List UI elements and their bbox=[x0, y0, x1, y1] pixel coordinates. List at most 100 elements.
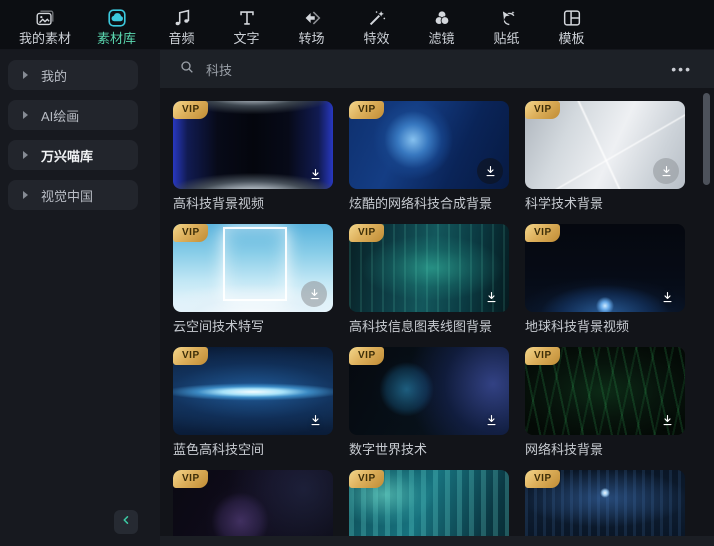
asset-thumbnail[interactable]: VIP bbox=[525, 347, 685, 435]
asset-card[interactable]: VIP 数字世界技术 bbox=[349, 347, 509, 458]
stickers-icon bbox=[496, 6, 518, 30]
asset-card[interactable]: VIP 高科技背景视频 bbox=[173, 101, 333, 212]
sidebar-item-label: 万兴喵库 bbox=[41, 148, 94, 164]
download-icon bbox=[487, 291, 495, 302]
toolbar-item-label: 我的素材 bbox=[18, 30, 71, 46]
toolbar-item-stickers[interactable]: 贴纸 bbox=[474, 4, 539, 46]
toolbar-item-stock-library[interactable]: 素材库 bbox=[84, 4, 149, 46]
download-button[interactable] bbox=[304, 163, 326, 185]
audio-icon bbox=[171, 6, 193, 30]
toolbar-item-label: 特效 bbox=[363, 30, 390, 46]
toolbar-item-transition[interactable]: 转场 bbox=[279, 4, 344, 46]
chevron-right-icon bbox=[23, 111, 28, 119]
scrollbar-thumb[interactable] bbox=[703, 93, 710, 185]
vip-badge: VIP bbox=[525, 101, 560, 119]
vip-badge: VIP bbox=[173, 470, 208, 488]
search-input[interactable]: 科技 bbox=[206, 60, 671, 79]
collapse-sidebar-button[interactable] bbox=[114, 510, 138, 534]
my-media-icon bbox=[34, 6, 56, 30]
asset-thumbnail[interactable]: VIP bbox=[173, 224, 333, 312]
asset-card[interactable]: VIP bbox=[349, 470, 509, 536]
vip-badge: VIP bbox=[349, 470, 384, 488]
asset-card[interactable]: VIP 地球科技背景视频 bbox=[525, 224, 685, 335]
asset-title: 云空间技术特写 bbox=[173, 319, 265, 334]
asset-title: 高科技信息图表线图背景 bbox=[349, 319, 493, 334]
download-button[interactable] bbox=[304, 409, 326, 431]
top-toolbar: 我的素材 素材库 音频 文字 转场 特效 滤镜 贴纸 模板 bbox=[0, 0, 714, 50]
vip-badge: VIP bbox=[525, 224, 560, 242]
toolbar-item-effects[interactable]: 特效 bbox=[344, 4, 409, 46]
download-icon bbox=[484, 536, 499, 537]
download-button[interactable] bbox=[477, 158, 503, 184]
asset-card[interactable]: VIP 科学技术背景 bbox=[525, 101, 685, 212]
vip-badge: VIP bbox=[349, 347, 384, 365]
asset-thumbnail[interactable]: VIP bbox=[525, 224, 685, 312]
toolbar-item-templates[interactable]: 模板 bbox=[539, 4, 604, 46]
asset-title: 数字世界技术 bbox=[349, 442, 428, 457]
sidebar-item-mine[interactable]: 我的 bbox=[8, 60, 138, 90]
download-button[interactable] bbox=[656, 409, 678, 431]
asset-thumbnail[interactable]: VIP bbox=[173, 470, 333, 536]
sidebar-item-ai-painting[interactable]: AI绘画 bbox=[8, 100, 138, 130]
download-icon bbox=[310, 288, 318, 299]
asset-thumbnail[interactable]: VIP bbox=[525, 101, 685, 189]
effects-icon bbox=[366, 6, 388, 30]
asset-title: 炫酷的网络科技合成背景 bbox=[349, 196, 493, 211]
toolbar-item-label: 转场 bbox=[298, 30, 325, 46]
search-bar[interactable]: 科技 ••• bbox=[160, 50, 714, 88]
toolbar-item-label: 模板 bbox=[558, 30, 585, 46]
asset-card[interactable]: VIP 云空间技术特写 bbox=[173, 224, 333, 335]
download-button[interactable] bbox=[656, 286, 678, 308]
download-button[interactable] bbox=[301, 281, 327, 307]
toolbar-item-label: 文字 bbox=[233, 30, 260, 46]
download-button[interactable] bbox=[480, 532, 502, 536]
toolbar-item-text[interactable]: 文字 bbox=[214, 4, 279, 46]
toolbar-item-filters[interactable]: 滤镜 bbox=[409, 4, 474, 46]
asset-card[interactable]: VIP bbox=[525, 470, 685, 536]
download-icon bbox=[660, 536, 675, 537]
asset-thumbnail[interactable]: VIP bbox=[349, 347, 509, 435]
asset-title: 地球科技背景视频 bbox=[525, 319, 630, 334]
asset-card[interactable]: VIP 蓝色高科技空间 bbox=[173, 347, 333, 458]
asset-thumbnail[interactable]: VIP bbox=[173, 101, 333, 189]
toolbar-item-audio[interactable]: 音频 bbox=[149, 4, 214, 46]
asset-title: 高科技背景视频 bbox=[173, 196, 265, 211]
download-icon bbox=[486, 165, 494, 176]
download-icon bbox=[487, 414, 495, 425]
sidebar-item-visual-china[interactable]: 视觉中国 bbox=[8, 180, 138, 210]
asset-grid: VIP 高科技背景视频 VIP 炫酷的网络科技合成背景 VIP 科学技术背景 V… bbox=[160, 88, 714, 536]
bottom-strip bbox=[160, 536, 714, 546]
templates-icon bbox=[561, 6, 583, 30]
download-button[interactable] bbox=[480, 409, 502, 431]
sidebar-item-label: 视觉中国 bbox=[41, 188, 94, 204]
download-button[interactable] bbox=[653, 158, 679, 184]
vip-badge: VIP bbox=[525, 347, 560, 365]
vip-badge: VIP bbox=[173, 101, 208, 119]
download-button[interactable] bbox=[656, 532, 678, 536]
asset-thumbnail[interactable]: VIP bbox=[349, 470, 509, 536]
chevron-right-icon bbox=[23, 151, 28, 159]
asset-card[interactable]: VIP bbox=[173, 470, 333, 536]
asset-card[interactable]: VIP 炫酷的网络科技合成背景 bbox=[349, 101, 509, 212]
asset-thumbnail[interactable]: VIP bbox=[349, 101, 509, 189]
download-button[interactable] bbox=[304, 532, 326, 536]
vip-badge: VIP bbox=[525, 470, 560, 488]
transition-icon bbox=[301, 6, 323, 30]
download-button[interactable] bbox=[480, 286, 502, 308]
asset-thumbnail[interactable]: VIP bbox=[525, 470, 685, 536]
vip-badge: VIP bbox=[349, 224, 384, 242]
asset-thumbnail[interactable]: VIP bbox=[349, 224, 509, 312]
chevron-right-icon bbox=[23, 191, 28, 199]
asset-card[interactable]: VIP 网络科技背景 bbox=[525, 347, 685, 458]
toolbar-item-my-media[interactable]: 我的素材 bbox=[6, 4, 84, 46]
vip-badge: VIP bbox=[173, 347, 208, 365]
asset-card[interactable]: VIP 高科技信息图表线图背景 bbox=[349, 224, 509, 335]
sidebar-item-label: AI绘画 bbox=[41, 108, 80, 124]
toolbar-item-label: 滤镜 bbox=[428, 30, 455, 46]
download-icon bbox=[311, 414, 319, 425]
asset-thumbnail[interactable]: VIP bbox=[173, 347, 333, 435]
more-options-button[interactable]: ••• bbox=[671, 62, 692, 76]
toolbar-item-label: 音频 bbox=[168, 30, 195, 46]
sidebar-item-wondershare-library[interactable]: 万兴喵库 bbox=[8, 140, 138, 170]
toolbar-item-label: 素材库 bbox=[96, 30, 136, 46]
